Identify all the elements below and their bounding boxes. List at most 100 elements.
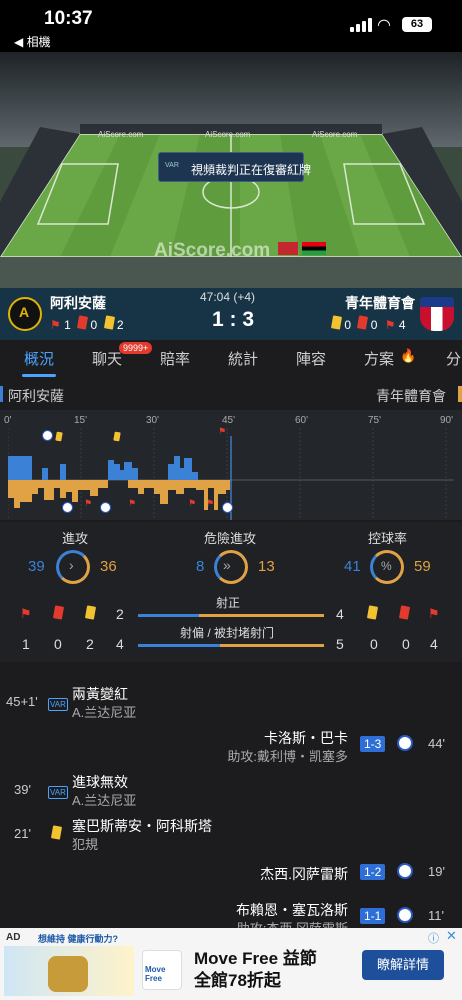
red-card-icon	[357, 315, 369, 330]
event-row[interactable]: 卡洛斯・巴卡 助攻:戴利博・凯塞多 1-3 44'	[0, 724, 462, 764]
yellow-card-icon	[50, 825, 63, 844]
off-target-bar	[138, 644, 324, 647]
timeline-away-name: 青年體育會	[376, 388, 446, 404]
figure-icon	[48, 956, 88, 992]
event-title: 兩黃變紅	[72, 686, 128, 702]
tab-stats[interactable]: 統計	[228, 348, 258, 369]
danger-away: 13	[258, 558, 275, 575]
red-card-icon	[77, 315, 89, 330]
home-team-name[interactable]: 阿利安薩	[50, 293, 106, 313]
match-score: 1 : 3	[212, 308, 255, 331]
attack-away: 36	[100, 558, 117, 575]
tick-label: 45'	[222, 415, 236, 426]
event-row[interactable]: 杰西.冈萨雷斯 1-2 19'	[0, 858, 462, 888]
on-target-home: 2	[116, 606, 124, 622]
goal-marker-icon	[222, 500, 233, 518]
match-clock: 47:04 (+4)	[200, 290, 256, 304]
tick-label: 30'	[146, 415, 160, 426]
possession-away: 59	[414, 558, 431, 575]
chevron-right-icon: ›	[69, 557, 74, 573]
double-chevron-icon: »	[223, 557, 231, 573]
goal-marker-icon	[62, 500, 73, 518]
event-row[interactable]: 39' VAR 進球無效 A.兰达尼亚	[0, 768, 462, 808]
tab-odds[interactable]: 賠率	[160, 348, 190, 369]
ad-left-text: 想維持 健康行動力?	[38, 934, 118, 944]
tab-tips[interactable]: 方案	[364, 348, 394, 369]
corner-marker-icon: ⚑	[128, 498, 137, 508]
home-yellow-count: 2	[86, 636, 94, 652]
home-counts: ⚑ 1 0 2	[50, 315, 124, 332]
tab-more[interactable]: 分	[446, 348, 461, 369]
home-yellow-cards: 2	[116, 318, 124, 332]
off-target-away: 5	[336, 636, 344, 652]
on-target-label: 射正	[216, 596, 241, 610]
home-corners-count: 1	[22, 636, 30, 652]
brand-logo: Move Free	[142, 950, 182, 990]
away-corners-count: 4	[430, 636, 438, 652]
event-title: 卡洛斯・巴卡	[264, 730, 348, 746]
danger-attack-label: 危險進攻	[204, 531, 257, 546]
event-row[interactable]: 45+1' VAR 兩黃變紅 A.兰达尼亚	[0, 680, 462, 720]
home-team-logo[interactable]: A	[8, 297, 42, 331]
board-text-right: AiScore.com	[312, 130, 358, 139]
event-sub: A.兰达尼亚	[72, 705, 137, 720]
away-red-count: 0	[402, 636, 410, 652]
home-red-count: 0	[54, 636, 62, 652]
goal-marker-icon	[42, 428, 53, 446]
event-sub: A.兰达尼亚	[72, 793, 137, 808]
percent-icon: %	[381, 559, 392, 573]
score-badge: 1-3	[360, 736, 386, 752]
tab-lineup[interactable]: 陣容	[296, 348, 326, 369]
score-badge: 1-2	[360, 864, 386, 880]
event-title: 進球無效	[72, 774, 128, 790]
event-row[interactable]: 布賴恩・塞瓦洛斯 助攻:杰西.冈萨雷斯 1-1 11'	[0, 896, 462, 930]
event-title: 杰西.冈萨雷斯	[260, 866, 348, 882]
clock-time: 10:37	[44, 8, 93, 29]
event-minute: 19'	[428, 864, 445, 879]
yellow-card-icon	[84, 605, 97, 624]
advertisement-banner[interactable]: AD 想維持 健康行動力? Move Free Move Free 益節 全館7…	[0, 928, 462, 1000]
board-text-left: AiScore.com	[98, 130, 144, 139]
timeline-team-header: 阿利安薩 青年體育會	[0, 378, 462, 410]
tab-chat[interactable]: 聊天	[92, 348, 122, 369]
ad-info-icon[interactable]: ⓘ	[428, 930, 439, 946]
event-sub: 犯規	[72, 837, 99, 852]
tab-overview[interactable]: 概況	[24, 348, 54, 369]
on-target-home-fill	[138, 614, 200, 617]
ad-cta-button[interactable]: 瞭解詳情	[362, 950, 444, 980]
goal-ball-icon	[397, 863, 413, 884]
wifi-icon: ◠	[377, 17, 391, 34]
attack-ring: ›	[56, 550, 90, 584]
corner-flag-icon: ⚑	[384, 318, 396, 332]
off-target-home: 4	[116, 636, 124, 652]
fire-icon: 🔥	[400, 348, 417, 363]
red-card-icon	[52, 605, 65, 624]
event-row[interactable]: 21' 塞巴斯蒂安・阿科斯塔 犯規	[0, 812, 462, 852]
event-title: 塞巴斯蒂安・阿科斯塔	[72, 818, 212, 834]
status-bar: 10:37 ◀ 相機 ◠ 63	[0, 0, 462, 52]
home-corners: 1	[64, 318, 71, 332]
score-badge: 1-1	[360, 908, 386, 924]
away-red-cards: 0	[370, 318, 378, 332]
back-to-camera-link[interactable]: ◀ 相機	[14, 33, 51, 50]
away-corners: 4	[398, 318, 406, 332]
ad-close-icon[interactable]: ✕	[446, 928, 457, 944]
away-team-name[interactable]: 青年體育會	[345, 293, 415, 313]
attack-home: 39	[28, 558, 45, 575]
tick-label: 60'	[295, 415, 309, 426]
away-team-logo[interactable]	[420, 297, 454, 331]
stats-panel: 進攻 39 › 36 危險進攻 8 » 13 控球率 41 % 59 ⚑ 2 射…	[0, 522, 462, 662]
corner-flag-icon: ⚑	[20, 606, 32, 621]
signal-icon	[350, 18, 372, 32]
tab-bar: 概況 聊天 9999+ 賠率 統計 陣容 方案 🔥 分	[0, 340, 462, 378]
ad-badge: AD	[6, 932, 21, 943]
away-counts: 0 0 ⚑ 4	[330, 315, 406, 332]
goal-ball-icon	[397, 907, 413, 928]
danger-home: 8	[196, 558, 205, 575]
goal-marker-icon	[100, 500, 111, 518]
timeline-home-name: 阿利安薩	[8, 388, 64, 404]
battery-indicator: 63	[402, 17, 432, 32]
goal-ball-icon	[397, 735, 413, 756]
ad-subline: 全館78折起	[194, 971, 281, 990]
possession-home: 41	[344, 558, 361, 575]
